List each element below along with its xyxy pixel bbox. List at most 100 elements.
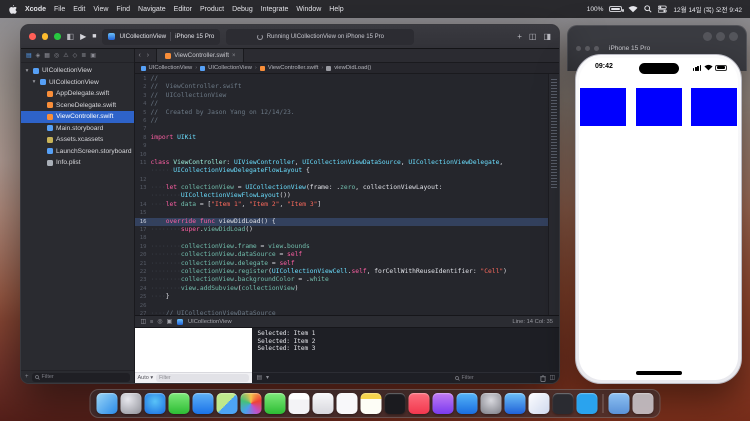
debug-process-name[interactable]: UICollectionView bbox=[188, 319, 232, 325]
dock-icon-facetime[interactable] bbox=[264, 393, 286, 414]
back-forward-icons[interactable]: ‹ › bbox=[139, 52, 152, 59]
code-line[interactable]: 1// bbox=[135, 75, 548, 83]
console-filter-field[interactable]: Filter bbox=[451, 373, 536, 383]
dock-icon-calendar[interactable] bbox=[288, 393, 310, 414]
file-row-assets-xcassets[interactable]: Assets.xcassets bbox=[21, 134, 134, 146]
scope-selector[interactable]: Auto ▾ bbox=[138, 375, 154, 381]
hide-debug-area-icon[interactable]: ◫ bbox=[141, 319, 146, 325]
dock-icon-notes[interactable] bbox=[360, 393, 382, 414]
breadcrumb-item[interactable]: UICollectionView bbox=[149, 65, 193, 71]
collection-view[interactable] bbox=[580, 88, 737, 126]
breadcrumb-item[interactable]: viewDidLoad() bbox=[334, 65, 371, 71]
variables-list[interactable] bbox=[135, 328, 252, 372]
menu-product[interactable]: Product bbox=[200, 6, 224, 13]
code-line[interactable]: 3 // UICollectionView bbox=[135, 92, 548, 100]
issue-navigator-icon[interactable]: ⚠ bbox=[63, 52, 68, 59]
dock-icon-safari[interactable] bbox=[144, 393, 166, 414]
code-line[interactable]: 25 ····} bbox=[135, 293, 548, 301]
code-line[interactable]: 13 ····let collectionView = UICollectionV… bbox=[135, 184, 548, 192]
dock-icon-simulator[interactable] bbox=[528, 393, 550, 414]
step-over-icon[interactable]: ▣ bbox=[166, 319, 171, 325]
wifi-icon[interactable] bbox=[628, 5, 638, 13]
debug-navigator-icon[interactable]: ≣ bbox=[81, 52, 86, 59]
code-line[interactable]: ······UICollectionViewDelegateFlowLayout… bbox=[135, 167, 548, 175]
report-navigator-icon[interactable]: ▣ bbox=[90, 52, 96, 59]
close-tab-icon[interactable]: × bbox=[232, 53, 236, 59]
breakpoints-toggle-icon[interactable]: ≡ bbox=[150, 319, 153, 325]
dock-icon-system-settings[interactable] bbox=[480, 393, 502, 414]
code-line[interactable]: ········UICollectionViewFlowLayout()) bbox=[135, 192, 548, 200]
menu-edit[interactable]: Edit bbox=[73, 6, 85, 13]
dock-icon-contacts[interactable] bbox=[312, 393, 334, 414]
activity-viewer[interactable]: Running UICollectionView on iPhone 15 Pr… bbox=[226, 28, 415, 45]
minimap[interactable] bbox=[548, 74, 559, 315]
screenshot-icon[interactable] bbox=[716, 32, 725, 41]
code-line[interactable]: 18 bbox=[135, 234, 548, 242]
more-icon[interactable] bbox=[729, 32, 738, 41]
dock-icon-podcasts[interactable] bbox=[432, 393, 454, 414]
dock-icon-downloads-folder[interactable] bbox=[608, 393, 630, 414]
close-button[interactable] bbox=[29, 33, 36, 40]
console-pane-toggle-icon[interactable]: ◫ bbox=[550, 375, 555, 381]
code-line[interactable]: 11 class ViewController: UIViewController… bbox=[135, 159, 548, 167]
project-navigator-icon[interactable]: ▤ bbox=[26, 52, 32, 59]
add-file-icon[interactable]: + bbox=[25, 374, 29, 380]
code-line[interactable]: 2 // ViewController.swift bbox=[135, 83, 548, 91]
code-line[interactable]: 7 bbox=[135, 125, 548, 133]
minimize-button[interactable] bbox=[41, 33, 48, 40]
scheme-selector[interactable]: UICollectionView iPhone 15 Pro bbox=[102, 28, 221, 45]
window-button[interactable] bbox=[585, 46, 590, 51]
code-line[interactable]: 20 ········collectionView.dataSource = se… bbox=[135, 251, 548, 259]
variables-filter-field[interactable]: Filter bbox=[156, 374, 249, 382]
bookmarks-icon[interactable]: ▦ bbox=[44, 52, 50, 59]
disclosure-icon[interactable]: ▾ bbox=[31, 79, 37, 85]
menu-find[interactable]: Find bbox=[116, 6, 130, 13]
file-row-scenedelegate-swift[interactable]: SceneDelegate.swift bbox=[21, 100, 134, 112]
menu-editor[interactable]: Editor bbox=[174, 6, 192, 13]
window-button[interactable] bbox=[576, 46, 581, 51]
dock-icon-xcode[interactable] bbox=[504, 393, 526, 414]
code-line[interactable]: 22 ········collectionView.register(UIColl… bbox=[135, 268, 548, 276]
trash-icon[interactable] bbox=[539, 374, 546, 382]
control-center-icon[interactable] bbox=[658, 5, 668, 13]
dock-icon-finder[interactable] bbox=[96, 393, 118, 414]
simulator-screen[interactable]: 09:42 bbox=[579, 58, 738, 380]
library-icon[interactable]: ◫ bbox=[529, 32, 537, 41]
code-line[interactable]: 6 // bbox=[135, 117, 548, 125]
collection-cell-2[interactable] bbox=[635, 88, 682, 126]
add-icon[interactable]: + bbox=[517, 32, 522, 41]
test-navigator-icon[interactable]: ◇ bbox=[73, 52, 78, 59]
code-line[interactable]: 23 ········collectionView.backgroundColor… bbox=[135, 276, 548, 284]
dock-icon-reminders[interactable] bbox=[336, 393, 358, 414]
collection-cell-3[interactable] bbox=[691, 88, 737, 126]
file-row-info-plist[interactable]: Info.plist bbox=[21, 157, 134, 169]
window-button[interactable] bbox=[594, 46, 599, 51]
apple-menu-icon[interactable] bbox=[8, 4, 17, 15]
file-row-uicollectionview[interactable]: ▾ UICollectionView bbox=[21, 77, 134, 89]
file-row-uicollectionview[interactable]: ▾ UICollectionView bbox=[21, 65, 134, 77]
menu-help[interactable]: Help bbox=[329, 6, 343, 13]
rotate-icon[interactable] bbox=[703, 32, 712, 41]
run-button[interactable]: ▶ bbox=[80, 32, 86, 41]
editor-tab[interactable]: ViewController.swift × bbox=[156, 49, 245, 62]
find-navigator-icon[interactable]: ◎ bbox=[54, 52, 59, 59]
dock-icon-app-store[interactable] bbox=[456, 393, 478, 414]
code-line[interactable]: 19 ········collectionView.frame = view.bo… bbox=[135, 243, 548, 251]
menu-view[interactable]: View bbox=[93, 6, 108, 13]
dock-icon-messages[interactable] bbox=[168, 393, 190, 414]
code-lines[interactable]: 1//2// ViewController.swift 3// UICollect… bbox=[134, 74, 548, 315]
file-row-viewcontroller-swift[interactable]: ViewController.swift bbox=[21, 111, 134, 123]
disclosure-icon[interactable]: ▾ bbox=[24, 68, 30, 74]
code-line[interactable]: 24 ········view.addSubview(collectionView… bbox=[135, 285, 548, 293]
code-line[interactable]: 8 import UIKit bbox=[135, 134, 548, 142]
menu-debug[interactable]: Debug bbox=[232, 6, 253, 13]
dock-icon-music[interactable] bbox=[408, 393, 430, 414]
menu-window[interactable]: Window bbox=[296, 6, 321, 13]
dock-icon-launchpad[interactable] bbox=[120, 393, 142, 414]
navigator-filter-field[interactable]: Filter bbox=[31, 372, 130, 382]
dock-icon-trash[interactable] bbox=[632, 393, 654, 414]
code-line[interactable]: 15 bbox=[135, 209, 548, 217]
menu-file[interactable]: File bbox=[54, 6, 65, 13]
dock-icon-photos[interactable] bbox=[240, 393, 262, 414]
source-control-icon[interactable]: ◈ bbox=[36, 52, 41, 59]
